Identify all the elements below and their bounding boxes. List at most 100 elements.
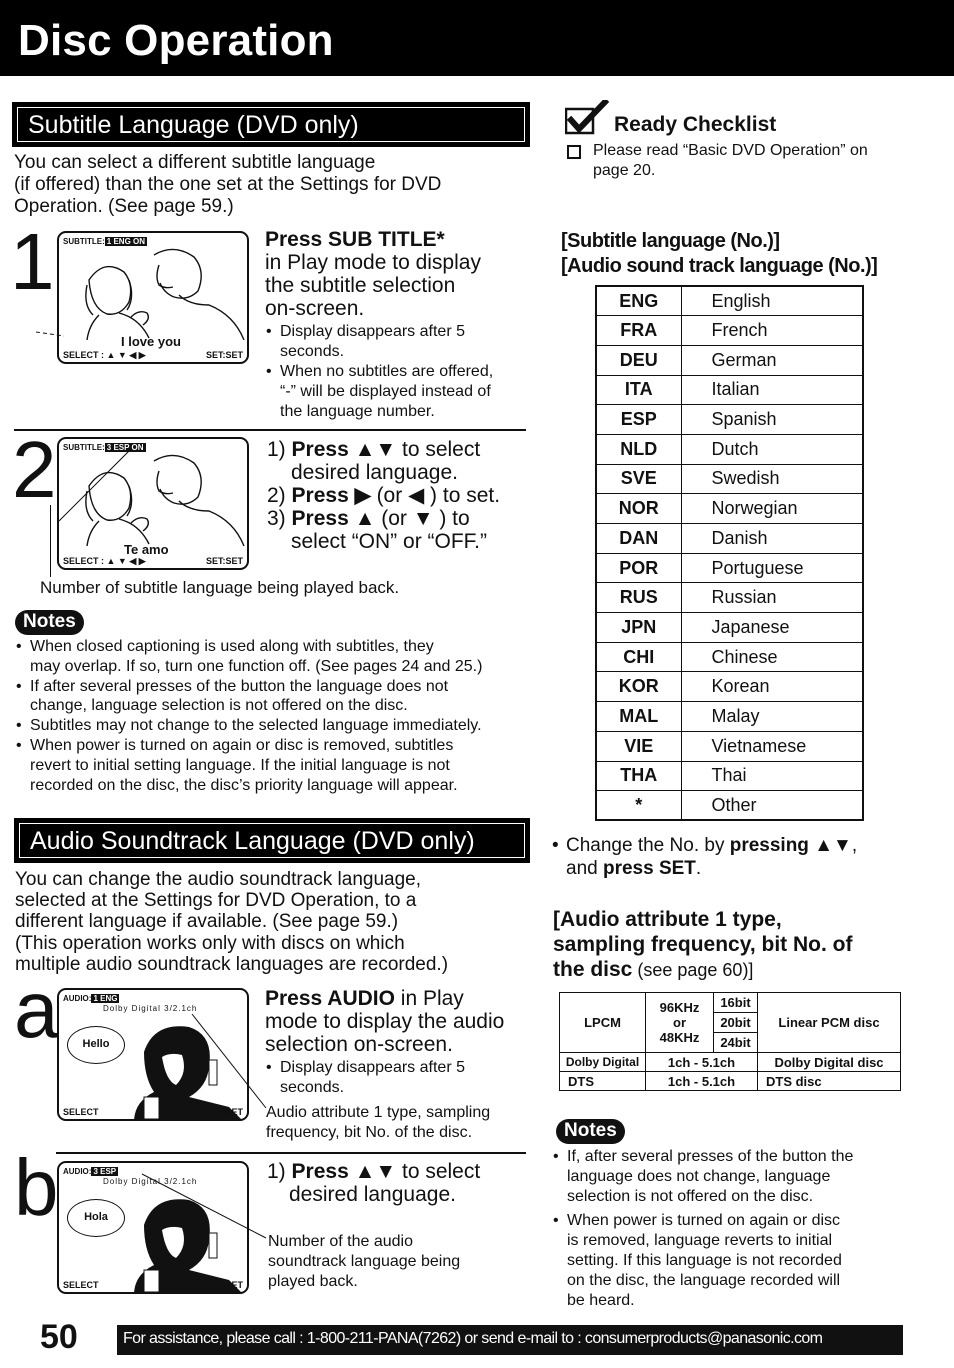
language-code: SVE (595, 463, 682, 495)
subtitle-section-title: Subtitle Language (DVD only) (28, 111, 359, 139)
step2-instructions: 1) Press ▲▼ to select desired language. … (267, 438, 501, 553)
lpcm-type: LPCM (559, 992, 646, 1053)
table-row: DAN Danish (595, 523, 864, 554)
osd-audio: AUDIO: 1 ENG (63, 994, 120, 1003)
language-name: French (680, 315, 864, 346)
subtitle-section-bar: Subtitle Language (DVD only) (12, 102, 530, 147)
dolby-type: Dolby Digital (559, 1052, 646, 1072)
couple-illustration (85, 248, 245, 340)
language-code: NLD (595, 433, 682, 465)
select-hint: SELECT : ▲ ▼ ◀ ▶ (63, 350, 146, 360)
step-a-callout: Audio attribute 1 type, sampling frequen… (266, 1104, 491, 1141)
step-a-bullets: Display disappears after 5seconds. (264, 1058, 465, 1098)
set-hint: SET:SET (205, 556, 243, 566)
step-b-instructions: 1) Press ▲▼ to select desired language. (267, 1160, 481, 1206)
language-code: THA (595, 760, 682, 792)
tv-screen-step2: SUBTITLE: 3 ESP ON Te amo SELECT : ▲ ▼ ◀ … (57, 437, 249, 570)
step-number-1: 1 (10, 217, 55, 306)
language-name: Spanish (680, 404, 864, 435)
language-code: VIE (595, 730, 682, 762)
language-code: ITA (595, 374, 682, 406)
language-name: Chinese (680, 641, 864, 673)
callout-line-step-a (191, 1013, 267, 1109)
list-item: When closed captioning is used along wit… (14, 637, 482, 677)
language-name: Japanese (680, 612, 864, 643)
language-code: NOR (595, 493, 682, 524)
dts-desc: DTS disc (757, 1071, 901, 1091)
table-row: ENG English (595, 285, 864, 317)
table-row: NLD Dutch (595, 433, 864, 465)
list-item: If, after several presses of the button … (551, 1147, 853, 1207)
language-code: ENG (595, 285, 682, 317)
table-row: POR Portuguese (595, 552, 864, 584)
language-name: Thai (680, 760, 864, 792)
lpcm-bit: 24bit (713, 1032, 758, 1053)
list-item: When power is turned on again or disc is… (14, 736, 482, 795)
table-row: THA Thai (595, 760, 864, 792)
language-name: Vietnamese (680, 730, 864, 762)
audio-intro: You can change the audio soundtrack lang… (15, 869, 449, 975)
table-row: ITA Italian (595, 374, 864, 406)
audio-attribute-table: LPCM 96KHz or 48KHz 16bit Linear PCM disc … (559, 992, 901, 1091)
language-code: KOR (595, 671, 682, 703)
language-code: RUS (595, 582, 682, 614)
dolby-desc: Dolby Digital disc (757, 1052, 901, 1072)
table-row: VIE Vietnamese (595, 730, 864, 762)
set-hint: SET:SET (205, 350, 243, 360)
language-name: Italian (680, 374, 864, 406)
select-hint: SELECT (63, 1107, 99, 1117)
checklist-item: Please read “Basic DVD Operation” on pag… (593, 142, 868, 179)
osd-audio: AUDIO: 3 ESP (63, 1167, 119, 1176)
table-row: CHI Chinese (595, 641, 864, 673)
list-item: When no subtitles are offered,“-” will b… (264, 362, 493, 422)
step1-instructions: Press SUB TITLE* in Play mode to display… (265, 228, 481, 320)
table-row: DEU German (595, 344, 864, 376)
language-name: Korean (680, 671, 864, 703)
page-header: Disc Operation (0, 0, 954, 76)
checkbox-icon (567, 145, 581, 159)
list-item: When power is turned on again or discis … (551, 1211, 853, 1311)
language-code: MAL (595, 701, 682, 732)
language-code: POR (595, 552, 682, 584)
list-item: If after several presses of the button t… (14, 677, 482, 717)
list-item: Subtitles may not change to the selected… (14, 716, 482, 736)
step-letter-b: b (14, 1143, 59, 1232)
language-table: ENG English FRA French DEU German ITA Italian ES… (595, 285, 864, 822)
step-number-2: 2 (12, 425, 57, 514)
select-hint: SELECT : ▲ ▼ ◀ ▶ (63, 556, 146, 566)
language-code: FRA (595, 315, 682, 346)
audio-notes: If, after several presses of the button … (551, 1147, 853, 1311)
language-code: DAN (595, 523, 682, 554)
table-row: FRA French (595, 315, 864, 346)
couple-illustration (59, 451, 245, 546)
tv-screen-step1: SUBTITLE: 1 ENG ON I love you SELECT : ▲ … (57, 231, 249, 364)
subtitle-caption: I love you (121, 334, 181, 349)
table-row: NOR Norwegian (595, 493, 864, 524)
assistance-text: For assistance, please call : 1-800-211-… (123, 1330, 823, 1347)
table-row: ESP Spanish (595, 404, 864, 435)
language-name: Norwegian (680, 493, 864, 524)
language-name: Malay (680, 701, 864, 732)
step2-item-2: 2) Press ▶ (or ◀ ) to set. (267, 484, 501, 507)
dts-type: DTS (559, 1071, 646, 1091)
list-item: Display disappears after 5seconds. (264, 322, 493, 362)
list-item: Display disappears after 5seconds. (264, 1058, 465, 1098)
step-a-instructions: Press AUDIO in Play mode to display the … (265, 987, 505, 1056)
step-letter-a: a (14, 965, 59, 1054)
table-row: SVE Swedish (595, 463, 864, 495)
language-name: German (680, 344, 864, 376)
step2-item-1: 1) Press ▲▼ to select (267, 438, 481, 461)
set-hint: T:SET (217, 1280, 243, 1290)
change-number-note: Change the No. by pressing ▲▼, and press… (550, 834, 857, 880)
table-row: MAL Malay (595, 701, 864, 732)
checklist-title: Ready Checklist (614, 113, 777, 136)
page-title: Disc Operation (18, 16, 334, 65)
language-table-heading: [Subtitle language (No.)] [Audio sound t… (561, 230, 878, 277)
language-code: * (595, 790, 682, 821)
audio-section-title: Audio Soundtrack Language (DVD only) (30, 827, 475, 855)
assistance-bar: For assistance, please call : 1-800-211-… (117, 1325, 903, 1355)
callout-line-step-b (141, 1173, 267, 1239)
notes-badge: Notes (15, 610, 84, 635)
audio-section-bar: Audio Soundtrack Language (DVD only) (14, 818, 530, 863)
language-code: JPN (595, 612, 682, 643)
